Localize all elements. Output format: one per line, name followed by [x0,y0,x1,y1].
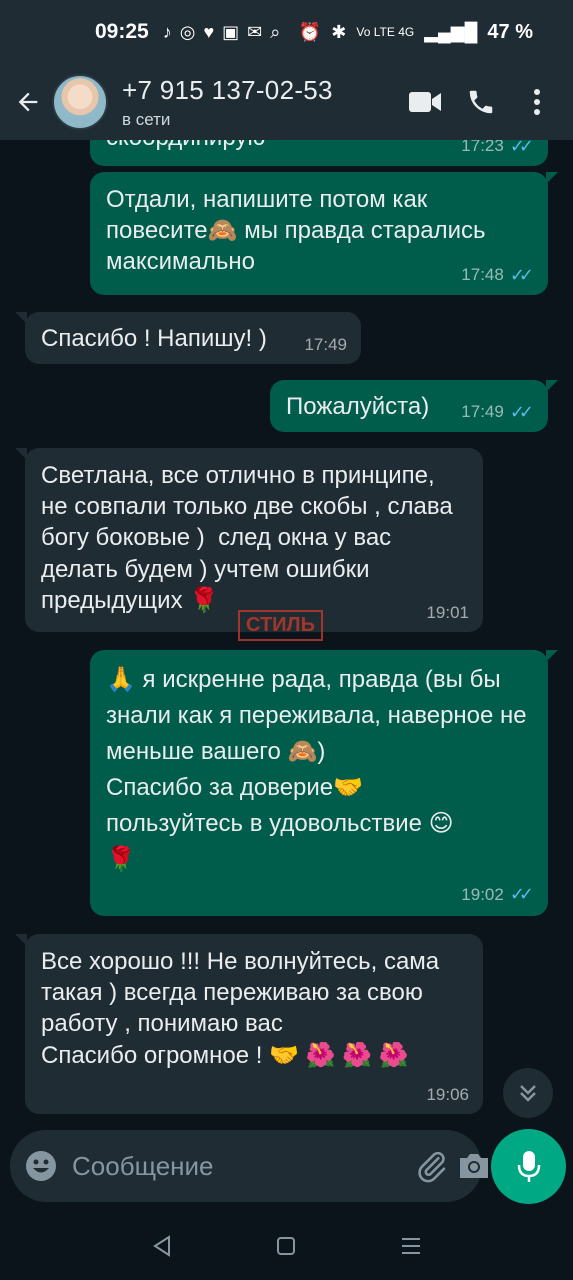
message-time: 17:49 [461,402,504,422]
camera-icon [460,1154,488,1178]
search-notification-icon: ⌕ [270,21,281,42]
message-meta: 17:49 ✓✓ [461,401,534,424]
nav-recents-button[interactable] [381,1221,441,1271]
phone-icon [469,90,493,114]
back-button[interactable] [6,72,50,132]
message-time: 19:06 [426,1084,469,1104]
message-time: 17:48 [461,265,504,285]
more-options-button[interactable] [509,72,565,132]
watermark-logo: СТИЛЬ [238,610,323,641]
status-right: ⏰ ✱ Vo LTE 4G ▂▄▆█ 47 % [299,21,533,44]
wb-icon: ▣ [222,21,240,42]
emoji-icon [26,1151,56,1181]
signal-icon: ▂▄▆█ [424,21,478,42]
message-text: Спасибо ! Напишу! ) [41,325,267,352]
message-meta: 19:02 ✓✓ [461,881,534,908]
message-text: Светлана, все отлично в принципе, не сов… [41,462,460,614]
video-call-button[interactable] [397,72,453,132]
nav-back-button[interactable] [132,1221,192,1271]
status-bar: 09:25 ♪ ◎ ♥ ▣ ✉ ⌕ ⏰ ✱ Vo LTE 4G ▂▄▆█ 47 … [0,0,573,64]
system-navigation-bar [0,1212,573,1280]
message-incoming[interactable]: Все хорошо !!! Не волнуйтесь, сама такая… [15,934,483,1114]
scroll-to-bottom-button[interactable] [503,1068,553,1118]
mail-icon: ✉ [247,21,263,42]
message-time: 17:23 [461,140,504,156]
message-meta: 17:23 ✓✓ [461,140,534,158]
read-ticks-icon: ✓✓ [509,264,534,285]
chat-messages[interactable]: скоординирую 17:23 ✓✓ Отдали, напишите п… [0,140,573,1130]
voice-call-button[interactable] [453,72,509,132]
message-outgoing[interactable]: 🙏 я искренне рада, правда (вы бы знали к… [90,650,558,916]
message-input[interactable] [72,1150,407,1182]
message-time: 17:49 [304,334,347,354]
read-ticks-icon: ✓✓ [509,884,534,904]
tiktok-icon: ♪ [162,21,172,42]
battery-level: 47 % [487,20,533,43]
message-text: Все хорошо !!! Не волнуйтесь, сама такая… [41,948,440,1069]
message-incoming[interactable]: Светлана, все отлично в принципе, не сов… [15,448,483,632]
network-label: Vo LTE 4G [356,25,415,39]
contact-info[interactable]: +7 915 137-02-53 в сети [122,75,397,130]
microphone-icon [517,1150,540,1182]
message-composer [10,1130,488,1202]
status-time: 09:25 [95,20,149,43]
chat-header: +7 915 137-02-53 в сети [0,64,573,140]
message-meta: 19:06 [426,1084,469,1106]
alarm-icon: ⏰ [298,21,322,42]
message-meta: 19:01 [426,602,469,624]
message-incoming[interactable]: Спасибо ! Напишу! ) 17:49 [15,312,361,364]
avatar[interactable] [52,74,108,130]
video-call-icon [409,92,441,112]
camera-button[interactable] [457,1143,491,1189]
paperclip-icon [418,1151,446,1183]
heart-app-icon: ♥ [203,21,215,42]
nav-home-button[interactable] [256,1221,316,1271]
menu-lines-icon [401,1238,420,1254]
read-ticks-icon: ✓✓ [509,140,534,156]
message-outgoing[interactable]: Пожалуйста) 17:49 ✓✓ [270,380,558,432]
message-meta: 17:49 [304,334,347,356]
attach-button[interactable] [415,1143,449,1189]
bluetooth-icon: ✱ [331,21,347,42]
emoji-button[interactable] [24,1146,58,1186]
read-ticks-icon: ✓✓ [509,401,534,422]
message-outgoing[interactable]: скоординирую 17:23 ✓✓ [90,140,548,166]
notification-icons: ♪ ◎ ♥ ▣ ✉ ⌕ [163,22,281,43]
voice-record-button[interactable] [491,1129,566,1204]
square-home-icon [277,1237,296,1255]
message-time: 19:02 [461,884,504,904]
message-outgoing[interactable]: Отдали, напишите потом как повесите🙈 мы … [90,172,558,295]
contact-name: +7 915 137-02-53 [122,74,333,105]
contact-status: в сети [122,109,171,129]
message-meta: 17:48 ✓✓ [461,264,534,287]
app-icon: ◎ [179,21,196,42]
message-time: 19:01 [426,602,469,622]
more-vert-icon [534,89,540,115]
double-chevron-down-icon [520,1085,536,1102]
back-arrow-icon [18,92,38,112]
message-text: 🙏 я искренне рада, правда (вы бы знали к… [106,666,527,873]
triangle-back-icon [153,1235,171,1257]
